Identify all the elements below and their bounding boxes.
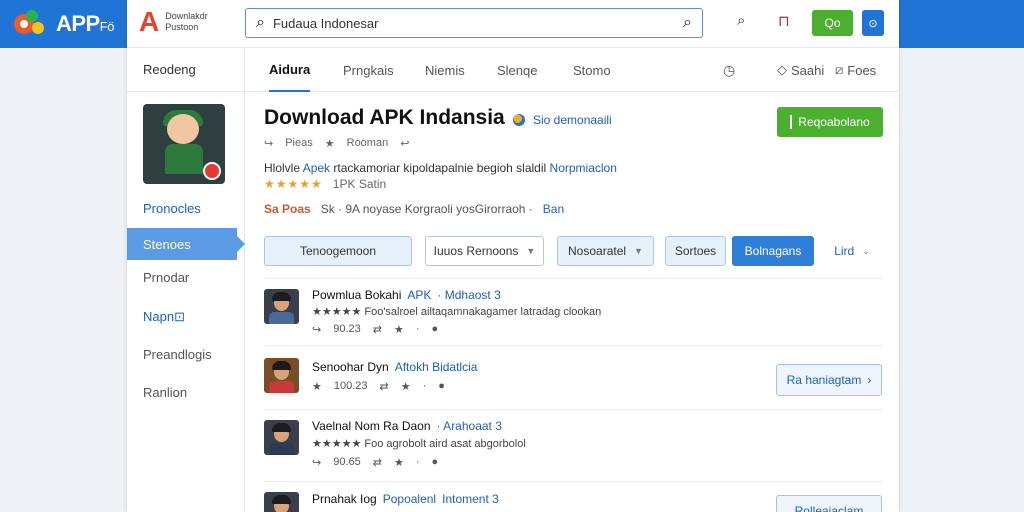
- sidebar-item-3[interactable]: Napn⊡: [127, 301, 245, 333]
- tag-icon: ◇: [777, 62, 787, 77]
- logo-dots-icon: [14, 8, 50, 40]
- list-item-thumbnail: [264, 420, 299, 455]
- filter-button-4[interactable]: Sortoes: [665, 236, 726, 266]
- site-logo[interactable]: APPFö: [14, 8, 114, 40]
- reply-icon[interactable]: ↩: [400, 137, 409, 150]
- rating-stars: ★★★★★: [264, 177, 323, 191]
- repost-icon[interactable]: ⇄: [373, 456, 382, 469]
- share-icon[interactable]: ↪: [264, 137, 273, 150]
- app-icon-badge: [203, 162, 221, 180]
- page-background-right: [899, 48, 1024, 512]
- star-icon[interactable]: ★: [394, 323, 404, 336]
- filter-dropdown-3[interactable]: Nosoaratel ▼: [557, 236, 654, 266]
- star-icon[interactable]: ★: [312, 380, 322, 393]
- chevron-down-icon: ▼: [634, 246, 643, 256]
- sidebar-item-5[interactable]: Ranlion: [127, 376, 245, 408]
- download-bar-icon: [790, 115, 793, 129]
- download-button[interactable]: Reqoabolano: [777, 107, 883, 137]
- tab-2[interactable]: Niemis: [425, 48, 465, 92]
- search-toggle-icon[interactable]: ⌕: [737, 12, 745, 29]
- star-icon[interactable]: ★: [325, 137, 335, 150]
- search-icon: ⌕: [256, 14, 265, 31]
- brand-logo[interactable]: A Downlakdr Pustoon: [139, 8, 208, 36]
- tab-bar: Aidura Prngkais Niemis Slenqe Stomo ◷ ◇ S…: [245, 48, 899, 92]
- repost-icon[interactable]: ⇄: [373, 323, 382, 336]
- app-icon: [143, 104, 225, 184]
- green-action-button[interactable]: Qo: [812, 10, 853, 36]
- tab-3[interactable]: Slenqe: [497, 48, 537, 92]
- filter-button-5[interactable]: Bolnagans: [732, 236, 814, 266]
- list-item[interactable]: Powmlua Bokahi APK · Mdhaost 3 ★★★★★ Foo's…: [264, 278, 882, 342]
- app-title: Download APK Indansia: [264, 106, 505, 129]
- list-item-desc: ★★★★★ Foo'salroel ailtaqamnakagamer latr…: [312, 306, 602, 318]
- brand-text: Downlakdr Pustoon: [165, 11, 208, 32]
- sidebar: Reodeng Pronocles Stenoes Prnodar Napn⊡ …: [127, 48, 245, 512]
- sidebar-item-4[interactable]: Preandlogis: [127, 338, 245, 370]
- filter-more-link[interactable]: Lird ⌄: [827, 236, 877, 266]
- list-item-thumbnail: [264, 289, 299, 324]
- list-item-thumbnail: [264, 358, 299, 393]
- chevron-down-icon: ⌄: [862, 245, 870, 256]
- page-background-left: [0, 48, 127, 512]
- list-item-desc: ★★★★★ Foo agrobolt aird asat abgorbolol: [312, 438, 526, 450]
- app-description: Hlolvle Apek rtackamoriar kipoldapalnie …: [264, 161, 617, 175]
- app-rating: ★★★★★ 1PK Satin: [264, 177, 387, 191]
- info-icon[interactable]: ●: [432, 456, 439, 469]
- list-item[interactable]: Vaelnal Nom Ra Daon · Arahoaat 3 ★★★★★ Fo…: [264, 409, 882, 481]
- list-item-title[interactable]: Powmlua Bokahi APK · Mdhaost 3: [312, 288, 501, 302]
- sidebar-item-2[interactable]: Prnodar: [127, 261, 245, 293]
- repost-icon[interactable]: ⇄: [380, 380, 389, 393]
- list-item-button[interactable]: Rolleaiaclam: [776, 495, 882, 512]
- share-icon[interactable]: ↪: [312, 456, 321, 469]
- developer-link[interactable]: Sio demonaaili: [513, 113, 612, 127]
- app-window: A Downlakdr Pustoon ⌕ Fudaua Indonesar ⌕ …: [127, 0, 899, 512]
- search-input[interactable]: Fudaua Indonesar: [273, 16, 675, 31]
- filter-dropdown-2[interactable]: Iuuos Rernoons ▼: [425, 236, 544, 266]
- tab-4[interactable]: Stomo: [573, 48, 611, 92]
- tab-action-a[interactable]: ◇ Saahi: [777, 48, 824, 92]
- list-item-actions: ↪ 90.65 ⇄ ★ · ●: [312, 456, 439, 469]
- list-item-title[interactable]: Vaelnal Nom Ra Daon · Arahoaat 3: [312, 419, 502, 433]
- search-bar[interactable]: ⌕ Fudaua Indonesar ⌕: [245, 8, 703, 38]
- top-bar: A Downlakdr Pustoon ⌕ Fudaua Indonesar ⌕ …: [127, 0, 899, 48]
- tab-action-b[interactable]: ⧄ Foes: [835, 48, 876, 92]
- list-item[interactable]: Prnahak Iog Popoalenl Intoment 3 Rolleaiac…: [264, 481, 882, 512]
- list-item-thumbnail: [264, 492, 299, 512]
- list-item[interactable]: Senoohar Dyn Aftokh Bidatlcia ★ 100.23 ⇄ ★…: [264, 345, 882, 409]
- filter-button-1[interactable]: Tenoogemoon: [264, 236, 412, 266]
- star-icon[interactable]: ★: [394, 456, 404, 469]
- chevron-down-icon: ▼: [526, 246, 536, 256]
- share-icon[interactable]: ↪: [312, 323, 321, 336]
- info-icon[interactable]: ●: [432, 323, 439, 336]
- tab-1[interactable]: Prngkais: [343, 48, 394, 92]
- edit-icon: ⧄: [835, 62, 844, 77]
- list-item-button[interactable]: Ra haniagtam ›: [776, 364, 882, 396]
- site-logo-text: APPFö: [56, 11, 114, 36]
- search-submit-icon[interactable]: ⌕: [683, 14, 692, 32]
- bookmark-icon[interactable]: ⊓: [778, 12, 790, 30]
- app-tags: Sa Poas Sk · 9A noyase Korgraoli yosGiro…: [264, 202, 565, 216]
- brand-a-icon: A: [139, 6, 160, 37]
- list-item-title[interactable]: Prnahak Iog Popoalenl Intoment 3: [312, 492, 499, 506]
- list-item-title[interactable]: Senoohar Dyn Aftokh Bidatlcia: [312, 360, 477, 374]
- app-icon-body: [165, 144, 203, 174]
- globe-icon: [513, 114, 525, 126]
- star-icon[interactable]: ★: [401, 380, 411, 393]
- list-item-actions: ↪ 90.23 ⇄ ★ · ●: [312, 323, 439, 336]
- sidebar-heading[interactable]: Reodeng: [127, 48, 244, 92]
- info-icon[interactable]: ●: [438, 380, 445, 393]
- sidebar-item-1-active[interactable]: Stenoes: [127, 228, 245, 260]
- sidebar-item-0[interactable]: Pronocles: [127, 192, 245, 224]
- account-button[interactable]: ⊙: [862, 10, 884, 36]
- list-item-actions: ★ 100.23 ⇄ ★ · ●: [312, 380, 445, 393]
- chevron-right-icon: ›: [867, 373, 872, 387]
- clock-icon[interactable]: ◷: [723, 48, 735, 92]
- app-meta-row: ↪ Pieas ★ Rooman ↩: [264, 137, 410, 150]
- tab-0[interactable]: Aidura: [269, 48, 311, 92]
- app-icon-head: [167, 114, 199, 144]
